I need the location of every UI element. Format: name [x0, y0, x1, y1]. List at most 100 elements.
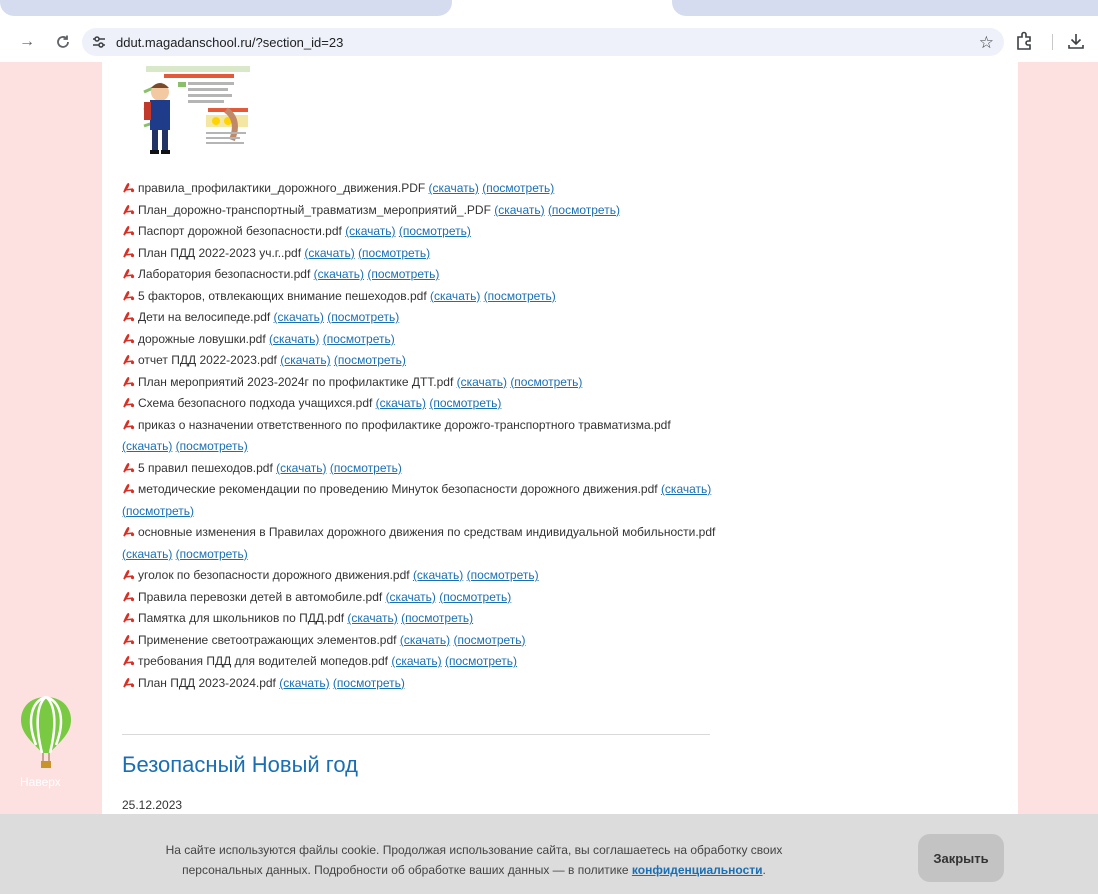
view-link[interactable]: (посмотреть) — [439, 590, 511, 604]
reload-icon[interactable] — [52, 31, 74, 53]
browser-tab[interactable] — [672, 0, 1098, 16]
document-name: План ПДД 2022-2023 уч.г..pdf — [138, 245, 302, 260]
pdf-icon — [123, 269, 135, 279]
browser-toolbar: → ddut.magadanschool.ru/?section_id=23 ☆ — [0, 22, 1098, 62]
site-info-icon[interactable] — [90, 33, 108, 51]
document-row: Дети на велосипеде.pdf (скачать) (посмот… — [122, 307, 722, 329]
view-link[interactable]: (посмотреть) — [358, 246, 430, 260]
download-link[interactable]: (скачать) — [494, 203, 544, 217]
document-name: План мероприятий 2023-2024г по профилакт… — [138, 374, 454, 389]
view-link[interactable]: (посмотреть) — [367, 267, 439, 281]
download-link[interactable]: (скачать) — [400, 633, 450, 647]
download-link[interactable]: (скачать) — [376, 396, 426, 410]
view-link[interactable]: (посмотреть) — [548, 203, 620, 217]
download-link[interactable]: (скачать) — [314, 267, 364, 281]
view-link[interactable]: (посмотреть) — [482, 181, 554, 195]
document-name: Схема безопасного подхода учащихся.pdf — [138, 396, 373, 410]
documents-list: правила_профилактики_дорожного_движения.… — [122, 178, 722, 694]
document-name: дорожные ловушки.pdf — [138, 331, 266, 346]
document-row: План_дорожно-транспортный_травматизм_мер… — [122, 200, 722, 222]
pdf-icon — [123, 355, 135, 365]
download-link[interactable]: (скачать) — [391, 654, 441, 668]
back-icon[interactable]: → — [16, 31, 38, 53]
hot-air-balloon-icon — [21, 695, 71, 768]
cookie-close-button[interactable]: Закрыть — [918, 834, 1004, 882]
download-link[interactable]: (скачать) — [413, 568, 463, 582]
pdf-icon — [123, 333, 135, 344]
view-link[interactable]: (посмотреть) — [327, 310, 399, 324]
news-date: 25.12.2023 — [122, 798, 183, 812]
cookie-text: На сайте используются файлы cookie. Прод… — [165, 843, 783, 877]
document-row: основные изменения в Правилах дорожного … — [122, 522, 722, 565]
download-link[interactable]: (скачать) — [345, 224, 395, 238]
traffic-safety-poster-image[interactable] — [122, 62, 252, 156]
view-link[interactable]: (посмотреть) — [510, 375, 582, 389]
view-link[interactable]: (посмотреть) — [445, 654, 517, 668]
download-icon[interactable] — [1066, 31, 1086, 56]
extensions-icon[interactable] — [1014, 31, 1034, 56]
document-name: 5 факторов, отвлекающих внимание пешеход… — [138, 288, 427, 303]
document-name: Правила перевозки детей в автомобиле.pdf — [138, 589, 383, 604]
pdf-icon — [123, 634, 135, 645]
back-to-top-label[interactable]: Наверх — [20, 775, 61, 789]
pdf-icon — [123, 613, 135, 623]
document-name: Применение светоотражающих элементов.pdf — [138, 632, 397, 647]
pdf-icon — [123, 247, 135, 258]
tab-strip — [0, 0, 1098, 22]
download-link[interactable]: (скачать) — [279, 676, 329, 690]
document-name: План_дорожно-транспортный_травматизм_мер… — [138, 202, 491, 217]
view-link[interactable]: (посмотреть) — [176, 547, 248, 561]
view-link[interactable]: (посмотреть) — [330, 461, 402, 475]
document-row: Правила перевозки детей в автомобиле.pdf… — [122, 587, 722, 609]
download-link[interactable]: (скачать) — [347, 611, 397, 625]
pdf-icon — [123, 527, 135, 537]
download-link[interactable]: (скачать) — [276, 461, 326, 475]
document-name: Памятка для школьников по ПДД.pdf — [138, 611, 345, 625]
download-link[interactable]: (скачать) — [661, 482, 711, 496]
download-link[interactable]: (скачать) — [429, 181, 479, 195]
pdf-icon — [123, 656, 135, 666]
download-link[interactable]: (скачать) — [386, 590, 436, 604]
view-link[interactable]: (посмотреть) — [484, 289, 556, 303]
view-link[interactable]: (посмотреть) — [429, 396, 501, 410]
cookie-banner: На сайте используются файлы cookie. Прод… — [0, 814, 1098, 894]
url-text[interactable]: ddut.magadanschool.ru/?section_id=23 — [116, 35, 343, 50]
document-name: правила_профилактики_дорожного_движения.… — [138, 181, 426, 195]
browser-tab[interactable] — [0, 0, 452, 16]
document-name: Паспорт дорожной безопасности.pdf — [138, 224, 342, 238]
document-row: дорожные ловушки.pdf (скачать) (посмотре… — [122, 329, 722, 351]
view-link[interactable]: (посмотреть) — [399, 224, 471, 238]
document-name: основные изменения в Правилах дорожного … — [138, 525, 716, 539]
download-link[interactable]: (скачать) — [304, 246, 354, 260]
download-link[interactable]: (скачать) — [457, 375, 507, 389]
view-link[interactable]: (посмотреть) — [454, 633, 526, 647]
view-link[interactable]: (посмотреть) — [176, 439, 248, 453]
pdf-icon — [123, 290, 135, 301]
view-link[interactable]: (посмотреть) — [467, 568, 539, 582]
document-row: 5 правил пешеходов.pdf (скачать) (посмот… — [122, 458, 722, 480]
news-title[interactable]: Безопасный Новый год — [122, 752, 358, 778]
download-link[interactable]: (скачать) — [280, 353, 330, 367]
view-link[interactable]: (посмотреть) — [122, 504, 194, 518]
pdf-icon — [123, 677, 135, 688]
download-link[interactable]: (скачать) — [122, 547, 172, 561]
privacy-policy-link[interactable]: конфиденциальности — [632, 863, 763, 877]
document-row: Паспорт дорожной безопасности.pdf (скача… — [122, 221, 722, 243]
download-link[interactable]: (скачать) — [269, 332, 319, 346]
view-link[interactable]: (посмотреть) — [334, 353, 406, 367]
download-link[interactable]: (скачать) — [274, 310, 324, 324]
document-name: 5 правил пешеходов.pdf — [138, 460, 273, 475]
document-name: Лаборатория безопасности.pdf — [138, 267, 311, 281]
pdf-icon — [123, 570, 135, 580]
bookmark-star-icon[interactable]: ☆ — [979, 33, 994, 53]
view-link[interactable]: (посмотреть) — [333, 676, 405, 690]
pdf-icon — [123, 484, 135, 494]
download-link[interactable]: (скачать) — [122, 439, 172, 453]
address-bar[interactable]: ddut.magadanschool.ru/?section_id=23 ☆ — [82, 28, 1004, 56]
view-link[interactable]: (посмотреть) — [323, 332, 395, 346]
download-link[interactable]: (скачать) — [430, 289, 480, 303]
document-row: Лаборатория безопасности.pdf (скачать) (… — [122, 264, 722, 286]
pdf-icon — [123, 183, 135, 193]
divider — [122, 734, 710, 735]
view-link[interactable]: (посмотреть) — [401, 611, 473, 625]
